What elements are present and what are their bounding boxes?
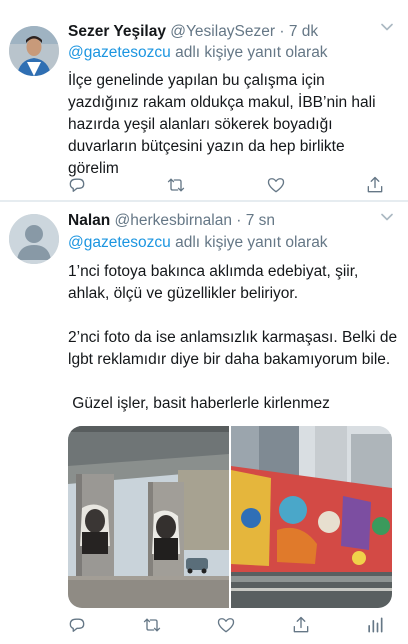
like-button[interactable] [215,614,237,636]
tweet-actions [66,614,386,636]
reply-icon [69,178,85,192]
retweet-icon [143,618,160,632]
tweet-actions [66,174,386,196]
analytics-button[interactable] [364,614,386,636]
reply-mention-link[interactable]: @gazetesozcu [68,44,171,61]
reply-mention-link[interactable]: @gazetesozcu [68,234,171,251]
tweet-paragraph: 2’nci foto da ise anlamsızlık karmaşası.… [68,329,398,368]
timestamp[interactable]: 7 dk [289,23,318,40]
username[interactable]: @YesilaySezer [170,23,275,40]
like-button[interactable] [265,174,287,196]
tweet-paragraph: 1’nci fotoya bakınca aklımda edebiyat, ş… [68,263,359,302]
tweet-sezer[interactable]: Sezer Yeşilay @YesilaySezer · 7 dk @gaze… [0,0,408,201]
media-grid [68,426,392,608]
heart-icon [217,618,235,633]
reply-button[interactable] [66,614,88,636]
retweet-button[interactable] [165,174,187,196]
share-icon [367,176,383,193]
reply-button[interactable] [66,174,88,196]
photo-overpass-mural[interactable] [68,426,229,608]
display-name[interactable]: Nalan [68,212,110,229]
reply-context: @gazetesozcu adlı kişiye yanıt olarak [68,234,328,252]
retweet-icon [168,178,185,192]
heart-icon [267,178,284,193]
separator-dot: · [279,23,285,40]
tweet-text: 1’nci fotoya bakınca aklımda edebiyat, ş… [68,261,398,415]
chevron-down-icon[interactable] [380,20,394,34]
tweet-header: Sezer Yeşilay @YesilaySezer · 7 dk [68,23,318,41]
avatar[interactable] [9,214,59,264]
reply-context-label: adlı kişiye yanıt olarak [170,44,328,61]
reply-context: @gazetesozcu adlı kişiye yanıt olarak [68,44,328,62]
username[interactable]: @herkesbirnalan [115,212,232,229]
share-icon [293,616,308,633]
tweet-paragraph: Güzel işler, basit haberlerle kirlenmez [68,395,330,412]
tweet-nalan[interactable]: Nalan @herkesbirnalan · 7 sn @gazetesozc… [0,202,408,644]
tweet-text: İlçe genelinde yapılan bu çalışma için y… [68,72,376,177]
tweet-header: Nalan @herkesbirnalan · 7 sn [68,212,275,230]
photo-colorful-wall[interactable] [231,426,392,608]
separator-dot: · [236,212,242,229]
retweet-button[interactable] [141,614,163,636]
share-button[interactable] [290,614,312,636]
share-button[interactable] [364,174,386,196]
reply-context-label: adlı kişiye yanıt olarak [170,234,328,251]
chevron-down-icon[interactable] [380,210,394,224]
analytics-icon [368,617,383,633]
timestamp[interactable]: 7 sn [246,212,275,229]
reply-icon [69,618,85,632]
avatar[interactable] [9,26,59,76]
display-name[interactable]: Sezer Yeşilay [68,23,166,40]
